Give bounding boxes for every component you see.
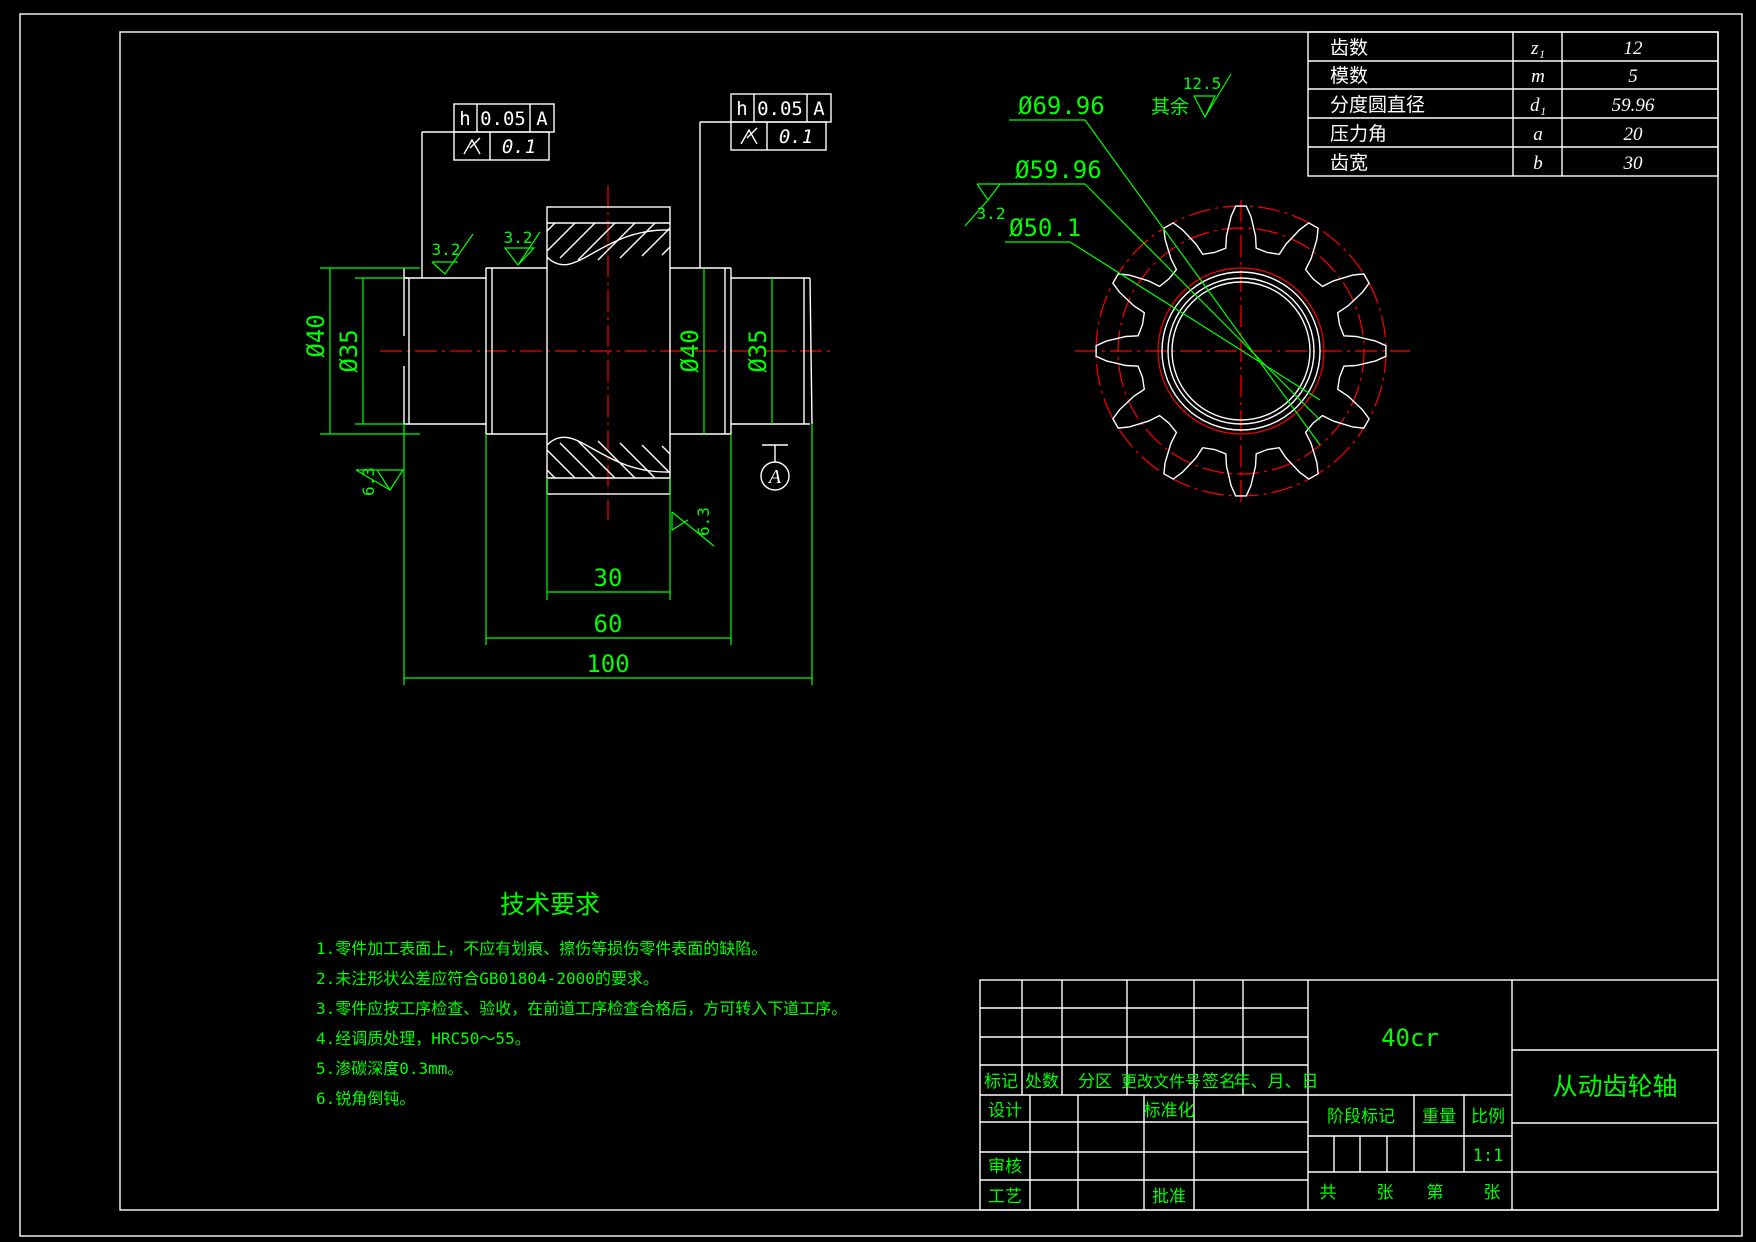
gear-param-symbol: m [1531, 66, 1545, 87]
rev-header: 处数 [1025, 1072, 1059, 1092]
gear-param-symbol: b [1533, 153, 1543, 174]
gear-param-name: 模数 [1330, 65, 1368, 87]
tol-left-value: 0.05 [480, 108, 526, 130]
tolerance-frame-right [699, 93, 832, 268]
gear-table-row: 模数 m 5 [1330, 65, 1638, 87]
tol-right-value: 0.05 [757, 98, 803, 120]
process-label: 工艺 [988, 1187, 1022, 1207]
rev-header: 更改文件号 [1121, 1072, 1201, 1091]
gear-param-value: 59.96 [1612, 95, 1655, 116]
gear-param-name: 齿数 [1330, 37, 1368, 59]
roughness-3-2-c: 3.2 [977, 204, 1006, 223]
standardize-label: 标准化 [1144, 1101, 1195, 1121]
sheets-label: 张 [1377, 1183, 1394, 1203]
shaft-dimensions [320, 267, 813, 685]
tech-requirement-item: 4.经调质处理，HRC50～55。 [316, 1029, 531, 1048]
dim-right-d35: Ø35 [744, 329, 772, 372]
scale-label: 比例 [1471, 1107, 1505, 1127]
dim-tip-circle: Ø69.96 [1018, 92, 1105, 120]
dim-length-60: 60 [594, 610, 623, 638]
weight-label: 重量 [1422, 1107, 1456, 1127]
gear-table-row: 齿数 z₁ 12 [1330, 37, 1643, 59]
tech-requirement-item: 3.零件应按工序检查、验收，在前道工序检查合格后，方可转入下道工序。 [316, 999, 847, 1018]
datum-label: A [767, 466, 782, 488]
roughness-rest-value: 12.5 [1183, 74, 1222, 93]
gear-param-name: 齿宽 [1330, 152, 1368, 174]
roughness-6-3-b: 6.3 [694, 507, 713, 536]
roughness-rest-label: 其余 [1151, 96, 1189, 118]
sheet-end-label: 张 [1484, 1183, 1501, 1203]
roughness-6-3-a: 6.3 [359, 467, 378, 496]
design-label: 设计 [988, 1101, 1022, 1121]
dim-length-100: 100 [586, 650, 629, 678]
outer-frame [19, 13, 1743, 1237]
dim-pitch-circle: Ø59.96 [1015, 156, 1102, 184]
gear-param-value: 12 [1624, 38, 1644, 59]
tol-right-symbol: h [736, 98, 747, 120]
total-label: 共 [1320, 1183, 1337, 1203]
part-name: 从动齿轮轴 [1552, 1072, 1677, 1101]
gear-table-row: 压力角 a 20 [1330, 123, 1643, 145]
gear-param-name: 压力角 [1330, 123, 1387, 145]
gear-param-symbol: a [1533, 124, 1543, 145]
gear-param-symbol: d₁ [1530, 95, 1546, 116]
material-label: 40cr [1381, 1024, 1439, 1052]
tech-requirement-item: 5.渗碳深度0.3mm。 [316, 1059, 463, 1078]
gear-param-value: 20 [1624, 124, 1644, 145]
roughness-3-2-a: 3.2 [432, 240, 461, 259]
runout-icon [740, 127, 758, 145]
gear-table-row: 分度圆直径 d₁ 59.96 [1330, 94, 1655, 116]
tech-requirement-item: 1.零件加工表面上，不应有划痕、擦伤等损伤零件表面的缺陷。 [316, 939, 767, 958]
rev-header: 签名 [1202, 1072, 1236, 1092]
tol-left-runout: 0.1 [502, 136, 536, 158]
tech-requirement-item: 6.锐角倒钝。 [316, 1089, 415, 1108]
gear-param-value: 30 [1623, 153, 1644, 174]
dim-left-d40: Ø40 [302, 314, 330, 357]
approve-label: 批准 [1152, 1187, 1186, 1207]
review-label: 审核 [988, 1157, 1022, 1177]
rev-header: 分区 [1078, 1072, 1112, 1092]
tech-requirements-title: 技术要求 [500, 890, 600, 919]
gear-table-row: 齿宽 b 30 [1330, 152, 1643, 174]
dim-length-30: 30 [594, 564, 623, 592]
sheet-no-label: 第 [1427, 1183, 1444, 1203]
runout-icon [463, 137, 481, 155]
tech-requirement-item: 2.未注形状公差应符合GB01804-2000的要求。 [316, 969, 659, 988]
dim-left-d35: Ø35 [335, 329, 363, 372]
dim-root-circle: Ø50.1 [1009, 214, 1081, 242]
gear-param-value: 5 [1628, 66, 1638, 87]
rev-header: 标记 [984, 1072, 1018, 1092]
gear-param-name: 分度圆直径 [1330, 94, 1425, 116]
rev-header: 年、月、日 [1234, 1072, 1319, 1092]
gear-param-symbol: z₁ [1530, 38, 1545, 59]
cad-drawing-sheet: Ø40 Ø35 Ø40 Ø35 30 60 100 h 0.05 A 0.1 h… [19, 13, 1743, 1237]
roughness-3-2-b: 3.2 [504, 228, 533, 247]
tol-right-datum: A [813, 98, 825, 120]
tol-right-runout: 0.1 [779, 126, 813, 148]
scale-value: 1:1 [1473, 1146, 1504, 1166]
tol-left-datum: A [536, 108, 548, 130]
tol-left-symbol: h [459, 108, 470, 130]
stage-mark-label: 阶段标记 [1327, 1107, 1395, 1127]
dim-right-d40: Ø40 [676, 329, 704, 372]
